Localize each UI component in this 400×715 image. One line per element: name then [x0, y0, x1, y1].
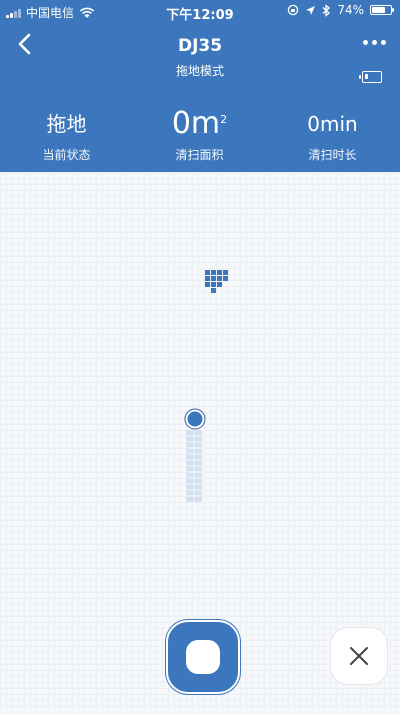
device-title: DJ35: [177, 36, 223, 56]
state-label: 当前状态: [42, 148, 91, 162]
area-label: 清扫面积: [175, 148, 224, 162]
status-right: 74%: [287, 3, 394, 17]
header: 中国电信 下午12:09 74% DJ35 拖地模式 拖地 当前状态 0m2 清…: [0, 0, 400, 172]
duration-label: 清扫时长: [308, 148, 357, 162]
start-stop-button[interactable]: [166, 620, 240, 694]
stat-state: 拖地 当前状态: [0, 100, 133, 163]
area-value: 0m: [171, 106, 221, 141]
mode-subtitle: 拖地模式: [175, 64, 224, 78]
duration-value: 0min: [307, 112, 358, 136]
rotation-lock-icon: [288, 4, 299, 16]
start-stop-icon: [186, 640, 220, 674]
area-value-wrap: 0m2: [133, 100, 266, 141]
phone-battery-icon: [370, 5, 394, 15]
status-bar: 中国电信 下午12:09 74%: [0, 0, 400, 23]
close-button[interactable]: [330, 627, 388, 685]
phone-battery-fill: [372, 7, 386, 13]
close-icon: [350, 647, 368, 665]
location-icon: [306, 5, 316, 15]
stat-area: 0m2 清扫面积: [133, 100, 266, 163]
bluetooth-icon: [322, 3, 331, 17]
robot-battery-icon: [359, 71, 382, 83]
stat-duration: 0min 清扫时长: [266, 100, 399, 163]
battery-percent: 74%: [337, 3, 364, 17]
more-icon[interactable]: [363, 40, 386, 45]
charging-dock-icon: [205, 270, 228, 293]
robot-position-icon: [184, 408, 206, 430]
area-unit-sup: 2: [220, 113, 228, 126]
state-value: 拖地: [46, 112, 87, 136]
